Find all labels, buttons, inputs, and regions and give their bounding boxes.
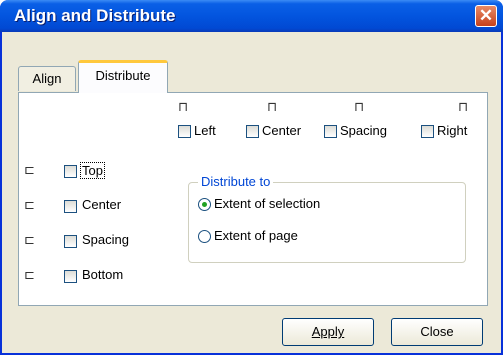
- apply-button[interactable]: Apply: [282, 318, 374, 346]
- right-checkbox[interactable]: [421, 125, 434, 138]
- distribute-to-legend: Distribute to: [198, 174, 274, 189]
- distribute-top-icon: ⊏: [24, 162, 35, 177]
- distribute-left-icon: ⊓: [178, 99, 189, 114]
- distribute-center-vertical-icon: ⊏: [24, 197, 35, 212]
- distribute-to-group: [188, 182, 466, 263]
- title-bar[interactable]: Align and Distribute ✕: [0, 0, 503, 32]
- tab-align[interactable]: Align: [18, 66, 76, 91]
- center-vertical-label: Center: [82, 197, 122, 212]
- top-label: Top: [80, 162, 105, 179]
- spacing-horizontal-checkbox[interactable]: [324, 125, 337, 138]
- apply-button-label: Apply: [311, 324, 345, 339]
- extent-of-page-radio[interactable]: [198, 230, 211, 243]
- extent-of-selection-radio[interactable]: [198, 198, 211, 211]
- extent-of-page-label: Extent of page: [214, 228, 298, 243]
- center-vertical-checkbox[interactable]: [64, 200, 77, 213]
- close-button[interactable]: Close: [391, 318, 483, 346]
- distribute-bottom-icon: ⊏: [24, 267, 35, 282]
- bottom-label: Bottom: [82, 267, 124, 282]
- distribute-spacing-vertical-icon: ⊏: [24, 232, 35, 247]
- left-checkbox[interactable]: [178, 125, 191, 138]
- close-button-label: Close: [420, 324, 454, 339]
- distribute-right-icon: ⊓: [458, 99, 469, 114]
- center-horizontal-label: Center: [262, 123, 302, 138]
- tab-distribute[interactable]: Distribute: [78, 60, 168, 93]
- bottom-checkbox[interactable]: [64, 270, 77, 283]
- distribute-spacing-horizontal-icon: ⊓: [354, 99, 365, 114]
- radio-selected-dot: [202, 202, 207, 207]
- spacing-vertical-checkbox[interactable]: [64, 235, 77, 248]
- top-checkbox[interactable]: [64, 165, 77, 178]
- left-label: Left: [194, 123, 216, 138]
- spacing-vertical-label: Spacing: [82, 232, 129, 247]
- close-window-button[interactable]: ✕: [475, 5, 497, 27]
- distribute-center-horizontal-icon: ⊓: [267, 99, 278, 114]
- right-label: Right: [437, 123, 468, 138]
- extent-of-selection-label: Extent of selection: [214, 196, 321, 211]
- align-distribute-dialog: Align and Distribute ✕ Align Distribute …: [0, 0, 503, 355]
- dialog-title: Align and Distribute: [14, 6, 176, 25]
- tab-distribute-label: Distribute: [95, 68, 151, 83]
- center-horizontal-checkbox[interactable]: [246, 125, 259, 138]
- spacing-horizontal-label: Spacing: [340, 123, 387, 138]
- close-icon: ✕: [478, 6, 494, 25]
- tab-align-label: Align: [32, 71, 62, 86]
